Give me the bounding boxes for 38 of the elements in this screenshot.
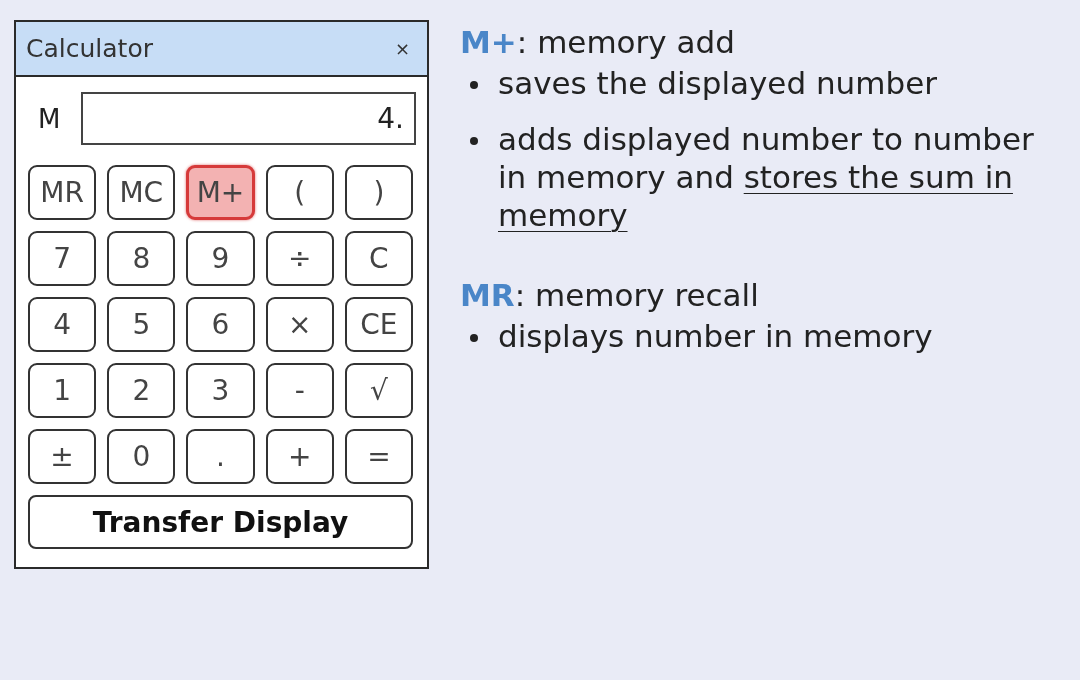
calculator-key[interactable]: 0 [107,429,176,484]
calculator-key[interactable]: × [265,297,334,352]
calculator-key[interactable]: 9 [186,231,255,286]
calculator-key[interactable]: ± [28,429,97,484]
bullet-icon [470,81,478,89]
calculator-key[interactable]: C [344,231,413,286]
calculator-key[interactable]: 8 [107,231,176,286]
calculator-key[interactable]: CE [344,297,413,352]
calculator-key[interactable]: M+ [186,165,255,220]
bullet-text: displays number in memory [498,317,934,355]
note-heading: M+: memory add [460,23,736,61]
calculator-key[interactable]: - [265,363,334,418]
window-title: Calculator [26,34,153,63]
calculator-key[interactable]: √ [344,363,413,418]
close-button[interactable]: × [394,38,410,59]
calculator-key[interactable]: 2 [107,363,176,418]
memory-indicator: M [38,103,62,134]
bullet-icon [470,137,478,145]
calculator-key[interactable]: 6 [186,297,255,352]
calculator-key[interactable]: 3 [186,363,255,418]
calculator-key[interactable]: 4 [28,297,97,352]
calculator-key[interactable]: = [344,429,413,484]
calculator-key[interactable]: MC [107,165,176,220]
calculator-key[interactable]: 5 [107,297,176,352]
calculator-key[interactable]: MR [28,165,97,220]
calculator-key[interactable]: ( [265,165,334,220]
note-heading: MR: memory recall [460,276,760,314]
bullet-text: adds displayed number to number in memory and stores the sum in memory [498,120,1035,234]
transfer-display-button[interactable]: Transfer Display [28,495,413,549]
calculator-key[interactable]: . [186,429,255,484]
calculator-key[interactable]: ) [344,165,413,220]
bullet-text: saves the displayed number [498,64,938,102]
calculator-key[interactable]: ÷ [265,231,334,286]
bullet-icon [470,334,478,342]
calculator-key[interactable]: 1 [28,363,97,418]
calculator-key[interactable]: 7 [28,231,97,286]
calculator-key[interactable]: + [265,429,334,484]
display-field: 4. [81,92,416,145]
